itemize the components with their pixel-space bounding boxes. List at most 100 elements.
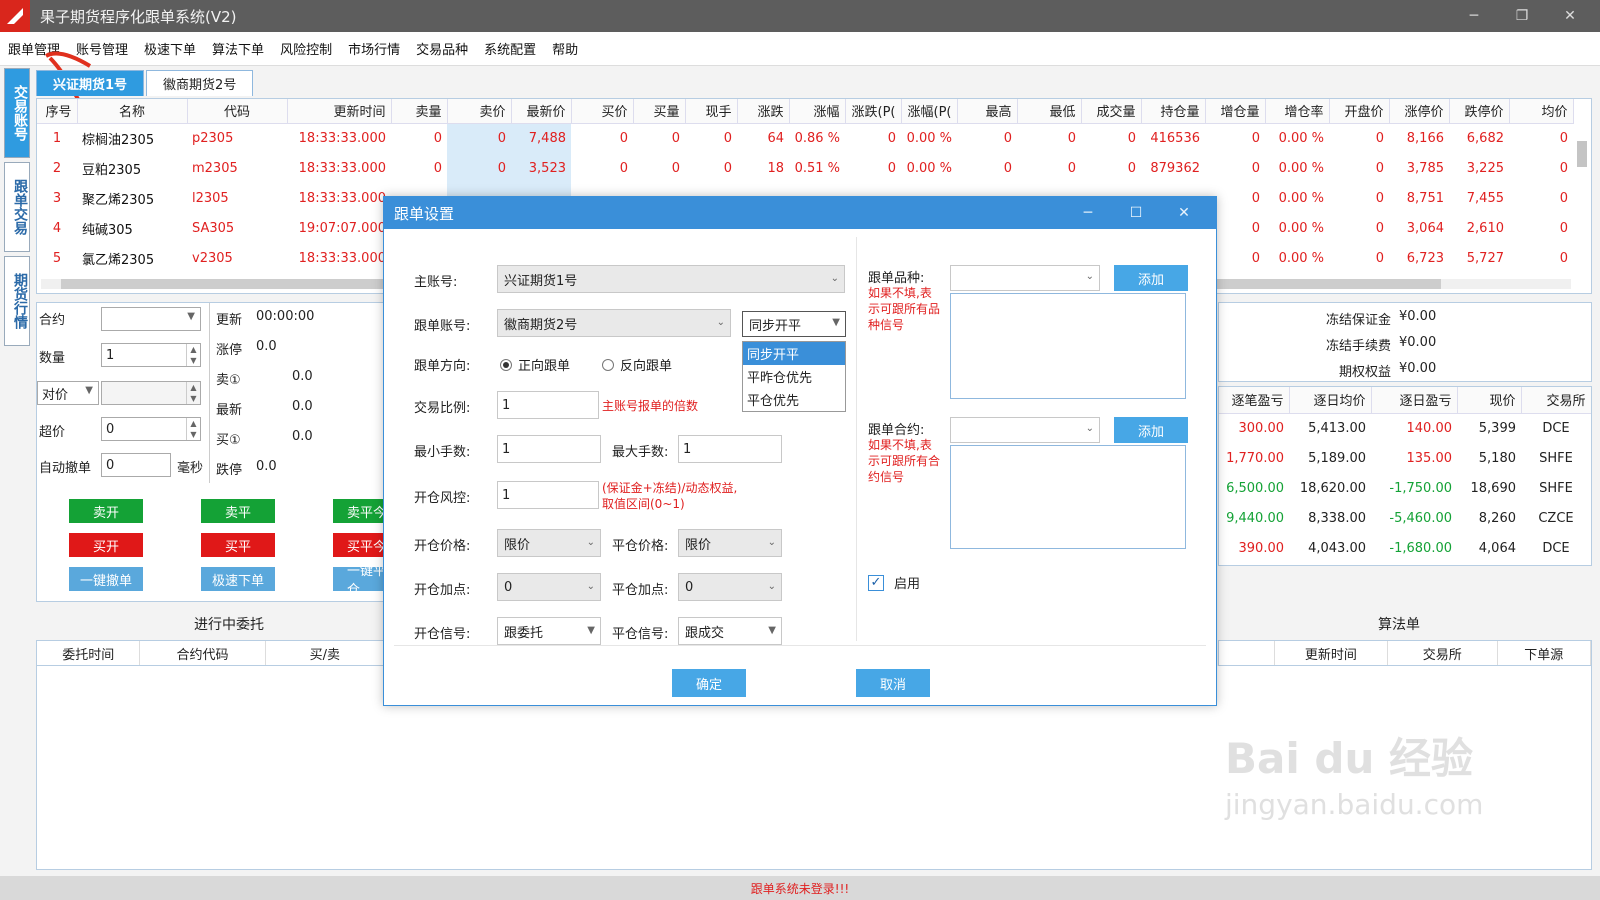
open-signal-select[interactable]: 跟委托 ▼ xyxy=(497,617,601,645)
position-col-header[interactable]: 现价 xyxy=(1457,387,1522,414)
position-col-header[interactable]: 交易所 xyxy=(1521,387,1591,414)
market-col-header[interactable]: 开盘价 xyxy=(1329,99,1390,124)
position-row[interactable]: 300.00 5,413.00 140.00 5,399 DCE xyxy=(1219,413,1591,443)
market-col-header[interactable]: 更新时间 xyxy=(287,99,392,124)
overprice-stepper[interactable]: 0 ▲ ▼ xyxy=(101,417,201,441)
close-signal-select[interactable]: 跟成交 ▼ xyxy=(678,617,782,645)
mode-option-close-first[interactable]: 平仓优先 xyxy=(743,388,845,411)
ok-button[interactable]: 确定 xyxy=(672,669,746,697)
market-col-header[interactable]: 跌停价 xyxy=(1449,99,1510,124)
sell-close-button[interactable]: 卖平 xyxy=(201,499,275,523)
vertical-scrollbar[interactable] xyxy=(1577,125,1589,265)
side-tab-futures-quotes[interactable]: 期货行情 xyxy=(4,256,30,346)
market-col-header[interactable]: 增仓率 xyxy=(1265,99,1330,124)
open-risk-input[interactable]: 1 xyxy=(497,481,599,509)
market-col-header[interactable]: 持仓量 xyxy=(1141,99,1206,124)
position-row[interactable]: 390.00 4,043.00 -1,680.00 4,064 DCE xyxy=(1219,533,1591,563)
market-col-header[interactable]: 买价 xyxy=(571,99,634,124)
buy-close-button[interactable]: 买平 xyxy=(201,533,275,557)
cancel-all-button[interactable]: 一键撤单 xyxy=(69,567,143,591)
algo-col-exchange[interactable]: 交易所 xyxy=(1388,641,1498,665)
algo-col-source[interactable]: 下单源 xyxy=(1498,641,1591,665)
follow-mode-select[interactable]: 同步开平 ▼ xyxy=(742,311,846,337)
close-price-select[interactable]: 限价 ⌄ xyxy=(678,529,782,557)
menu-market[interactable]: 市场行情 xyxy=(340,39,408,58)
close-all-button[interactable]: 一键平仓 xyxy=(333,567,387,591)
add-variety-button[interactable]: 添加 xyxy=(1114,265,1188,291)
dialog-minimize-icon[interactable]: ─ xyxy=(1064,197,1112,229)
menu-help[interactable]: 帮助 xyxy=(544,39,586,58)
contract-select[interactable]: ▼ xyxy=(101,307,201,331)
sell-open-button[interactable]: 卖开 xyxy=(69,499,143,523)
add-contract-button[interactable]: 添加 xyxy=(1114,417,1188,443)
market-col-header[interactable]: 最高 xyxy=(957,99,1018,124)
min-lots-input[interactable]: 1 xyxy=(497,435,601,463)
entrusts-col-time[interactable]: 委托时间 xyxy=(37,641,141,665)
mode-option-sync[interactable]: 同步开平 xyxy=(743,342,845,365)
market-col-header[interactable]: 名称 xyxy=(77,99,188,124)
menu-system-config[interactable]: 系统配置 xyxy=(476,39,544,58)
menu-algo-order[interactable]: 算法下单 xyxy=(204,39,272,58)
algo-col-time[interactable]: 更新时间 xyxy=(1275,641,1389,665)
market-col-header[interactable]: 增仓量 xyxy=(1205,99,1266,124)
enable-checkbox[interactable]: ✓ 启用 xyxy=(868,573,920,592)
auto-cancel-input[interactable]: 0 xyxy=(101,453,171,477)
entrusts-col-code[interactable]: 合约代码 xyxy=(140,641,266,665)
menu-fast-order[interactable]: 极速下单 xyxy=(136,39,204,58)
buy-close-today-button[interactable]: 买平今 xyxy=(333,533,387,557)
menu-risk-control[interactable]: 风险控制 xyxy=(272,39,340,58)
position-col-header[interactable]: 逐日盈亏 xyxy=(1371,387,1458,414)
market-col-header[interactable]: 最低 xyxy=(1017,99,1082,124)
market-col-header[interactable]: 代码 xyxy=(187,99,288,124)
max-lots-input[interactable]: 1 xyxy=(678,435,782,463)
variety-select[interactable]: ⌄ xyxy=(950,265,1100,291)
close-add-select[interactable]: 0 ⌄ xyxy=(678,573,782,601)
qty-stepper[interactable]: 1 ▲ ▼ xyxy=(101,343,201,367)
menu-trading-variety[interactable]: 交易品种 xyxy=(408,39,476,58)
market-col-header[interactable]: 卖价 xyxy=(447,99,512,124)
side-tab-trading-account[interactable]: 交易账号 xyxy=(4,68,30,158)
dialog-maximize-icon[interactable]: ☐ xyxy=(1112,197,1160,229)
cancel-button[interactable]: 取消 xyxy=(856,669,930,697)
mode-option-close-yesterday-first[interactable]: 平昨仓优先 xyxy=(743,365,845,388)
tab-account-2[interactable]: 徽商期货2号 xyxy=(146,70,254,96)
follow-account-select[interactable]: 徽商期货2号 ⌄ xyxy=(497,309,731,337)
sell-close-today-button[interactable]: 卖平今 xyxy=(333,499,387,523)
dialog-close-icon[interactable]: ✕ xyxy=(1160,197,1208,229)
position-row[interactable]: 9,440.00 8,338.00 -5,460.00 8,260 CZCE xyxy=(1219,503,1591,533)
direction-reverse-radio[interactable]: 反向跟单 xyxy=(602,355,672,374)
market-col-header[interactable]: 成交量 xyxy=(1081,99,1142,124)
price-stepper[interactable]: ▲ ▼ xyxy=(101,381,201,405)
price-type-select[interactable]: 对价 ▼ xyxy=(37,381,99,405)
position-col-header[interactable]: 逐日均价 xyxy=(1289,387,1372,414)
tab-account-1[interactable]: 兴证期货1号 xyxy=(36,70,145,96)
master-account-select[interactable]: 兴证期货1号 ⌄ xyxy=(497,265,845,293)
market-col-header[interactable]: 涨停价 xyxy=(1389,99,1450,124)
market-col-header[interactable]: 现手 xyxy=(685,99,738,124)
market-col-header[interactable]: 卖量 xyxy=(391,99,448,124)
contract-select[interactable]: ⌄ xyxy=(950,417,1100,443)
direction-forward-radio[interactable]: 正向跟单 xyxy=(500,355,570,374)
market-col-header[interactable]: 买量 xyxy=(633,99,686,124)
ratio-input[interactable]: 1 xyxy=(497,391,599,419)
market-table-row[interactable]: 1 棕榈油2305 p2305 18:33:33.000 0 0 7,488 0 0 0 64 0.8… xyxy=(37,123,1573,153)
market-col-header[interactable]: 涨幅(P( xyxy=(901,99,958,124)
position-row[interactable]: 1,770.00 5,189.00 135.00 5,180 SHFE xyxy=(1219,443,1591,473)
market-table-row[interactable]: 2 豆粕2305 m2305 18:33:33.000 0 0 3,523 0 0 0 18 0.51… xyxy=(37,153,1573,183)
side-tab-follow-trading[interactable]: 跟单交易 xyxy=(4,162,30,252)
position-col-header[interactable]: 逐笔盈亏 xyxy=(1219,387,1290,414)
fast-order-button[interactable]: 极速下单 xyxy=(201,567,275,591)
market-col-header[interactable]: 序号 xyxy=(37,99,78,124)
minimize-icon[interactable]: ─ xyxy=(1450,0,1498,32)
entrusts-col-side[interactable]: 买/卖 xyxy=(266,641,385,665)
market-col-header[interactable]: 涨跌 xyxy=(737,99,790,124)
market-col-header[interactable]: 均价 xyxy=(1509,99,1574,124)
market-col-header[interactable]: 涨幅 xyxy=(789,99,846,124)
position-row[interactable]: 6,500.00 18,620.00 -1,750.00 18,690 SHFE xyxy=(1219,473,1591,503)
market-col-header[interactable]: 涨跌(P( xyxy=(845,99,902,124)
buy-open-button[interactable]: 买开 xyxy=(69,533,143,557)
open-add-select[interactable]: 0 ⌄ xyxy=(497,573,601,601)
variety-list[interactable] xyxy=(950,293,1186,399)
open-price-select[interactable]: 限价 ⌄ xyxy=(497,529,601,557)
maximize-icon[interactable]: ❐ xyxy=(1498,0,1546,32)
